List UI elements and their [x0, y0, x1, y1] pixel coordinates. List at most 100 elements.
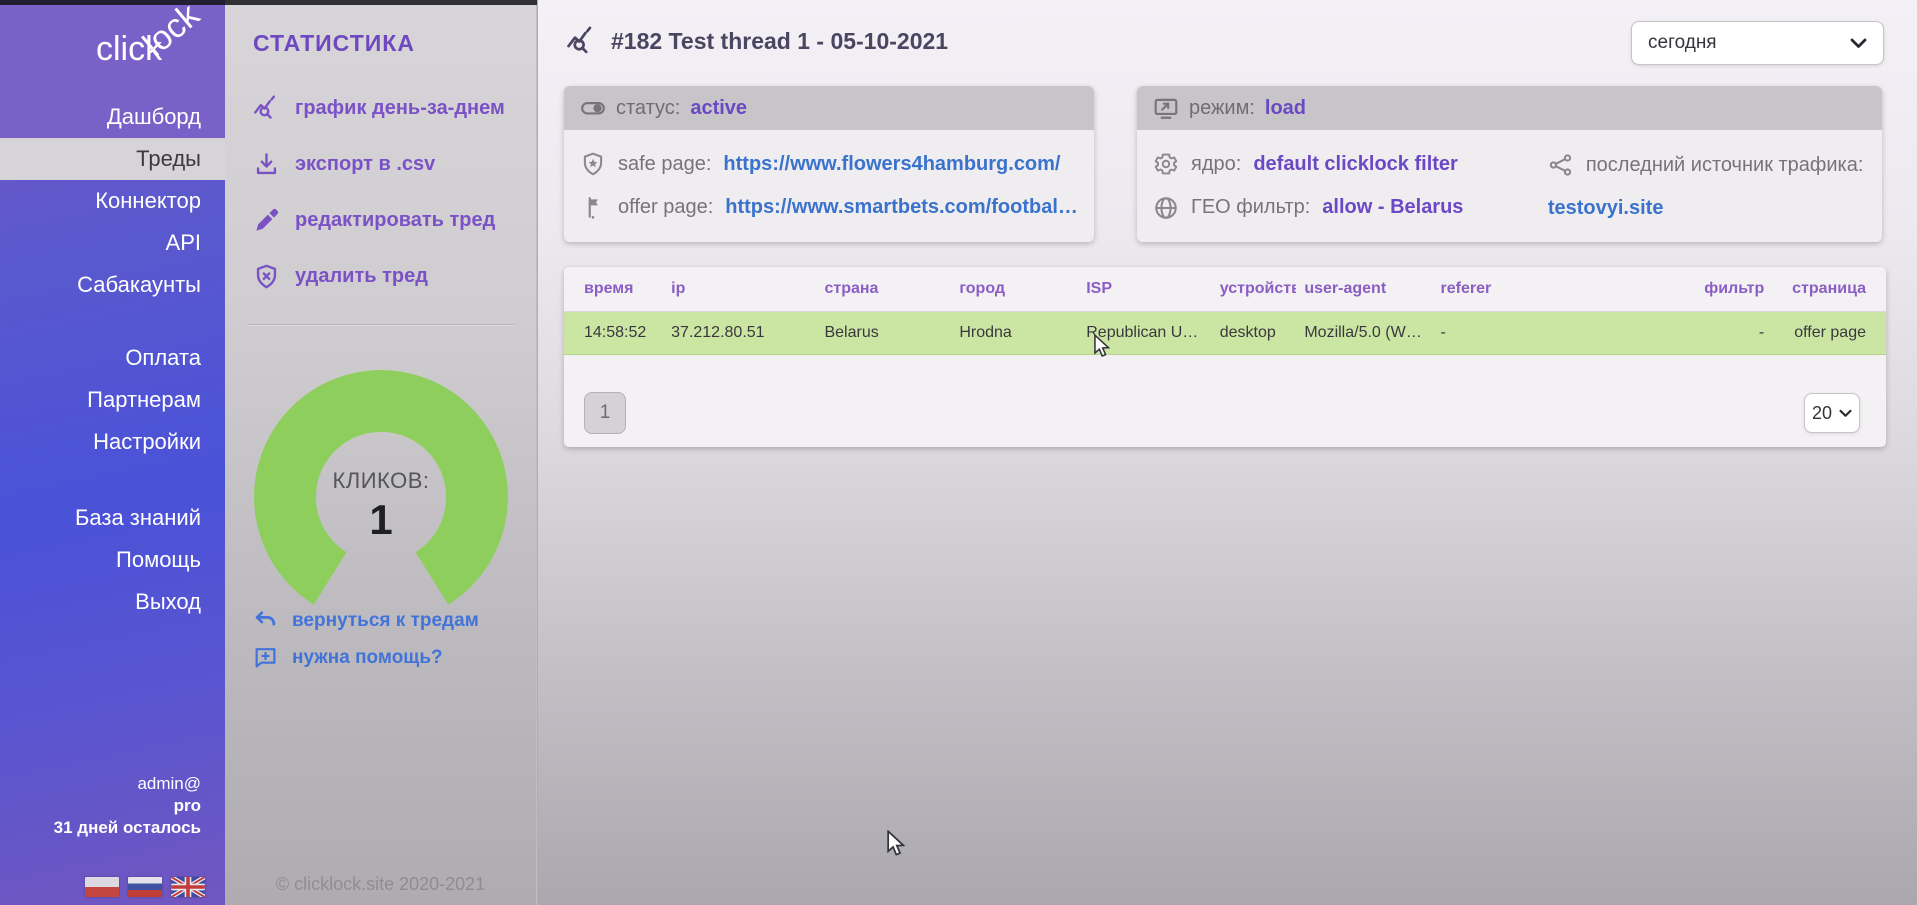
chevron-down-icon [1839, 409, 1852, 418]
cell-time[interactable]: 14:58:52 [564, 312, 663, 355]
shield-star-icon [580, 151, 606, 177]
col-page: страница [1772, 267, 1886, 312]
col-user-agent: user-agent [1296, 267, 1432, 312]
sidebar-item-connector[interactable]: Коннектор [0, 180, 225, 222]
sidebar-item-threads[interactable]: Треды [0, 138, 225, 180]
period-select[interactable]: сегодня [1631, 21, 1884, 65]
cell-device[interactable]: desktop [1212, 312, 1297, 355]
account-info: admin@ pro 31 дней осталось [54, 773, 201, 839]
table-row[interactable]: 14:58:52 37.212.80.51 Belarus Hrodna Rep… [564, 312, 1886, 355]
mode-value: load [1265, 97, 1306, 120]
safe-page-link[interactable]: https://www.flowers4hamburg.com/ [723, 153, 1060, 176]
language-switcher [85, 877, 205, 897]
back-to-threads-link[interactable]: вернуться к тредам [253, 602, 479, 639]
last-source-label: последний источник трафика: [1586, 154, 1864, 177]
link-label: вернуться к тредам [292, 610, 479, 632]
cell-page[interactable]: offer page [1772, 312, 1886, 355]
table-header-row: время ip страна город ISP устройство use… [564, 267, 1886, 312]
gauge-value: 1 [254, 496, 508, 544]
col-device: устройство [1212, 267, 1297, 312]
status-label: статус: [616, 97, 680, 120]
account-email: admin@ [54, 773, 201, 795]
cell-referer[interactable]: - [1433, 312, 1666, 355]
status-panel-header: статус: active [564, 86, 1094, 130]
sidebar-item-subaccounts[interactable]: Сабакаунты [0, 264, 225, 306]
cell-isp[interactable]: Republican Unita… [1078, 312, 1212, 355]
divider [247, 324, 514, 325]
period-select-value: сегодня [1648, 32, 1717, 54]
clicks-table: время ip страна город ISP устройство use… [564, 267, 1886, 355]
core-label: ядро: [1191, 153, 1241, 176]
offer-page-row: offer page: https://www.smartbets.com/fo… [580, 195, 1078, 221]
mode-panel-header: режим: load [1137, 86, 1882, 130]
flag-icon [580, 195, 606, 221]
share-icon [1548, 152, 1574, 178]
geo-filter-value: allow - Belarus [1322, 196, 1463, 219]
sidebar: clicklock Дашборд Треды Коннектор API Са… [0, 0, 225, 905]
sidebar-item-payment[interactable]: Оплата [0, 337, 225, 379]
page-button-1[interactable]: 1 [584, 392, 626, 434]
comment-plus-icon [253, 645, 278, 670]
screen-share-icon [1153, 95, 1179, 121]
status-panel: статус: active safe page: https://www.fl… [564, 86, 1094, 242]
export-csv-action[interactable]: экспорт в .csv [253, 136, 520, 192]
need-help-link[interactable]: нужна помощь? [253, 639, 479, 676]
day-by-day-chart-action[interactable]: график день-за-днем [253, 80, 520, 136]
core-row: ядро: default clicklock filter [1153, 151, 1516, 177]
gauge-label: КЛИКОВ: [254, 468, 508, 494]
offer-page-label: offer page: [618, 196, 713, 219]
offer-page-link[interactable]: https://www.smartbets.com/football/tea… [725, 196, 1078, 219]
cell-user-agent[interactable]: Mozilla/5.0 (Win… [1296, 312, 1432, 355]
sidebar-item-logout[interactable]: Выход [0, 581, 225, 623]
page-size-select[interactable]: 20 [1804, 393, 1860, 433]
delete-thread-action[interactable]: удалить тред [253, 248, 520, 304]
stats-actions: график день-за-днем экспорт в .csv ре [253, 80, 520, 304]
uk-flag-icon[interactable] [171, 877, 205, 897]
thread-title: #182 Test thread 1 - 05-10-2021 [611, 28, 948, 55]
account-plan: pro [54, 795, 201, 817]
pagination: 1 20 [584, 392, 1860, 434]
copyright-footer: © clicklock.site 2020-2021 [225, 874, 536, 895]
cell-city[interactable]: Hrodna [951, 312, 1078, 355]
account-days-left: 31 дней осталось [54, 817, 201, 839]
clicks-gauge: КЛИКОВ: 1 [254, 370, 508, 624]
action-label: график день-за-днем [295, 97, 505, 120]
undo-icon [253, 608, 278, 633]
sidebar-item-api[interactable]: API [0, 222, 225, 264]
sidebar-item-settings[interactable]: Настройки [0, 421, 225, 463]
stats-title: СТАТИСТИКА [253, 30, 415, 57]
sidebar-item-dashboard[interactable]: Дашборд [0, 96, 225, 138]
stats-links: вернуться к тредам нужна помощь? [253, 602, 479, 676]
edit-thread-action[interactable]: редактировать тред [253, 192, 520, 248]
sidebar-item-partners[interactable]: Партнерам [0, 379, 225, 421]
last-source-link[interactable]: testovyi.site [1548, 197, 1664, 220]
action-label: удалить тред [295, 265, 428, 288]
col-ip: ip [663, 267, 816, 312]
mode-label: режим: [1189, 97, 1255, 120]
russia-flag-icon[interactable] [128, 877, 162, 897]
sidebar-item-help[interactable]: Помощь [0, 539, 225, 581]
cell-country[interactable]: Belarus [816, 312, 951, 355]
app-window: clicklock Дашборд Треды Коннектор API Са… [0, 0, 1917, 905]
last-source-row: последний источник трафика: [1548, 152, 1866, 178]
link-label: нужна помощь? [292, 647, 443, 669]
status-value: active [690, 97, 747, 120]
thread-header: #182 Test thread 1 - 05-10-2021 [566, 26, 948, 57]
shield-x-icon [253, 263, 280, 290]
gear-icon [1153, 151, 1179, 177]
cell-filter[interactable]: - [1665, 312, 1772, 355]
poland-flag-icon[interactable] [85, 877, 119, 897]
cell-ip[interactable]: 37.212.80.51 [663, 312, 816, 355]
main-content: #182 Test thread 1 - 05-10-2021 сегодня … [538, 0, 1917, 905]
clicklock-logo[interactable]: clicklock [0, 0, 225, 96]
stats-panel: СТАТИСТИКА график день-за-днем экспорт [225, 0, 537, 905]
col-referer: referer [1433, 267, 1666, 312]
globe-icon [1153, 195, 1179, 221]
download-icon [253, 151, 280, 178]
sidebar-item-knowledge-base[interactable]: База знаний [0, 497, 225, 539]
col-isp: ISP [1078, 267, 1212, 312]
geo-filter-label: ГЕО фильтр: [1191, 196, 1310, 219]
pencil-icon [253, 207, 280, 234]
mode-panel: режим: load ядро: default clicklock filt… [1137, 86, 1882, 242]
geo-filter-row: ГЕО фильтр: allow - Belarus [1153, 195, 1516, 221]
